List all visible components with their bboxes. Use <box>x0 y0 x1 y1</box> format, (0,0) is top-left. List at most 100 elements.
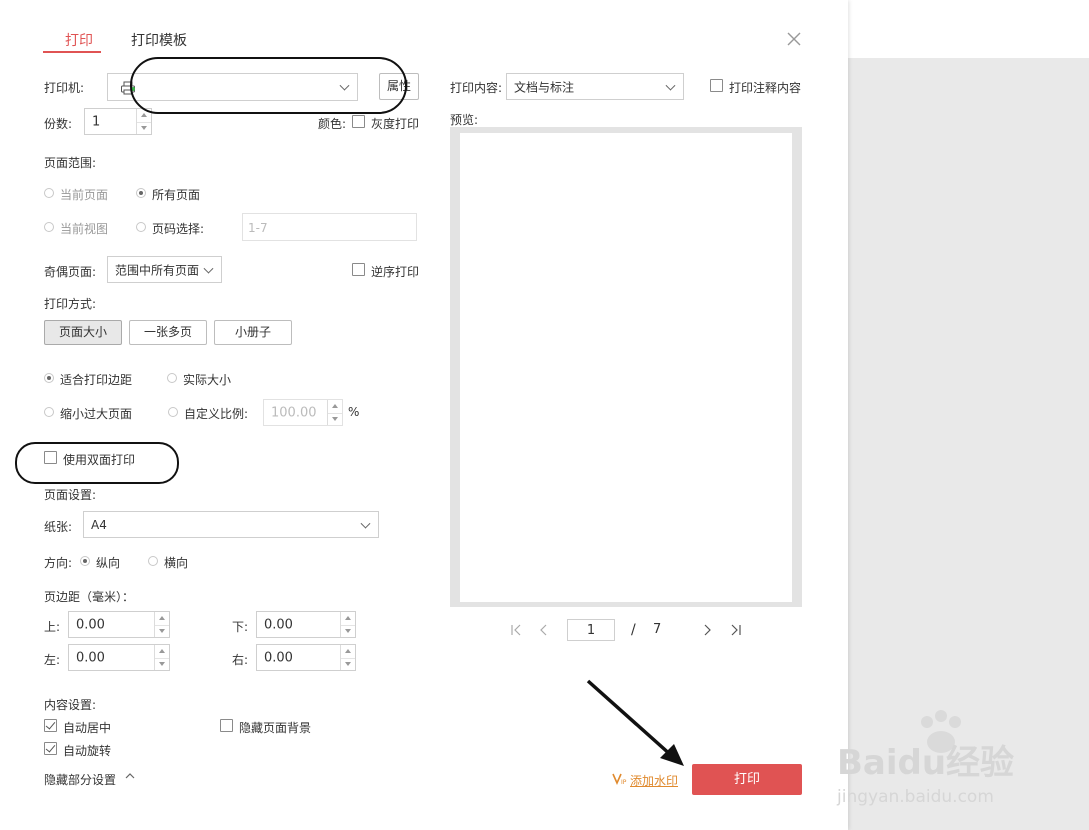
chevron-down-icon <box>665 80 676 91</box>
margin-bottom-stepper[interactable]: 0.00 <box>256 611 356 638</box>
odd-even-value: 范围中所有页面 <box>115 263 200 277</box>
page-select-label: 页码选择: <box>152 222 205 236</box>
margin-left-stepper[interactable]: 0.00 <box>68 644 170 671</box>
current-page-label: 当前页面 <box>60 188 109 202</box>
margin-bottom-value: 0.00 <box>264 617 293 632</box>
chevron-down-icon <box>360 518 371 529</box>
mode-multi-page-button[interactable]: 一张多页 <box>129 320 207 345</box>
page-number-input[interactable]: 1 <box>567 619 615 641</box>
print-annotations-label: 打印注释内容 <box>729 81 802 95</box>
hide-background-checkbox[interactable] <box>220 719 233 732</box>
paper-select[interactable]: A4 <box>83 511 379 538</box>
print-button[interactable]: 打印 <box>692 764 802 795</box>
prev-page-icon[interactable] <box>539 624 549 636</box>
margin-top-stepper[interactable]: 0.00 <box>68 611 170 638</box>
printer-label: 打印机: <box>44 81 85 95</box>
grayscale-checkbox[interactable] <box>352 115 365 128</box>
radio-current-page[interactable] <box>44 188 54 198</box>
margin-top-value: 0.00 <box>76 617 105 632</box>
first-page-icon[interactable] <box>510 624 524 636</box>
fit-margins-label: 适合打印边距 <box>60 373 133 387</box>
margin-right-stepper[interactable]: 0.00 <box>256 644 356 671</box>
custom-scale-stepper[interactable]: 100.00 <box>263 399 343 426</box>
radio-fit-margins[interactable] <box>44 373 54 383</box>
annotation-ellipse-duplex <box>15 442 179 484</box>
close-icon[interactable] <box>785 30 803 48</box>
annotation-ellipse-printer <box>130 57 407 114</box>
tab-print-template[interactable]: 打印模板 <box>131 30 187 50</box>
landscape-label: 横向 <box>164 556 189 570</box>
radio-current-view[interactable] <box>44 222 54 232</box>
grayscale-label: 灰度打印 <box>371 117 420 131</box>
odd-even-select[interactable]: 范围中所有页面 <box>107 256 222 283</box>
print-content-select[interactable]: 文档与标注 <box>506 73 684 100</box>
custom-scale-value: 100.00 <box>271 405 317 420</box>
last-page-icon[interactable] <box>728 624 742 636</box>
add-watermark-link[interactable]: 添加水印 <box>630 772 678 789</box>
mode-page-size-button[interactable]: 页面大小 <box>44 320 122 345</box>
chevron-up-icon[interactable] <box>125 772 135 780</box>
increment-icon[interactable] <box>345 649 351 653</box>
orientation-label: 方向: <box>44 556 73 570</box>
margin-right-value: 0.00 <box>264 650 293 665</box>
margin-top-label: 上: <box>44 620 61 634</box>
svg-text:IP: IP <box>621 779 627 785</box>
increment-icon[interactable] <box>159 616 165 620</box>
decrement-icon[interactable] <box>141 126 147 130</box>
auto-center-label: 自动居中 <box>63 721 112 735</box>
increment-icon[interactable] <box>159 649 165 653</box>
baidu-url-text: jingyan.baidu.com <box>836 787 994 807</box>
radio-page-select[interactable] <box>136 222 146 232</box>
margins-title: 页边距（毫米）： <box>44 590 135 604</box>
paper-value: A4 <box>91 517 107 532</box>
increment-icon[interactable] <box>332 404 338 408</box>
radio-all-pages[interactable] <box>136 188 146 198</box>
reverse-print-label: 逆序打印 <box>371 265 420 279</box>
hide-background-label: 隐藏页面背景 <box>239 721 312 735</box>
print-content-label: 打印内容: <box>450 81 503 95</box>
percent-sign: % <box>348 405 360 419</box>
page-range-title: 页面范围: <box>44 156 97 170</box>
preview-page <box>460 133 792 602</box>
auto-rotate-checkbox[interactable] <box>44 742 57 755</box>
actual-size-label: 实际大小 <box>183 373 232 387</box>
active-tab-indicator <box>43 51 101 53</box>
chevron-down-icon <box>203 263 214 274</box>
vip-icon: IP <box>612 773 627 785</box>
auto-center-checkbox[interactable] <box>44 719 57 732</box>
radio-landscape[interactable] <box>148 556 158 566</box>
decrement-icon[interactable] <box>159 662 165 666</box>
print-mode-title: 打印方式: <box>44 297 97 311</box>
radio-shrink-large[interactable] <box>44 407 54 417</box>
total-pages: 7 <box>653 622 662 637</box>
page-separator: / <box>631 622 636 638</box>
margin-left-value: 0.00 <box>76 650 105 665</box>
reverse-print-checkbox[interactable] <box>352 263 365 276</box>
radio-custom-scale[interactable] <box>168 407 178 417</box>
mode-booklet-button[interactable]: 小册子 <box>214 320 292 345</box>
next-page-icon[interactable] <box>702 624 712 636</box>
increment-icon[interactable] <box>345 616 351 620</box>
preview-label: 预览: <box>450 113 479 127</box>
shrink-large-label: 缩小过大页面 <box>60 407 133 421</box>
copies-value: 1 <box>92 114 101 129</box>
increment-icon[interactable] <box>141 113 147 117</box>
odd-even-label: 奇偶页面: <box>44 265 97 279</box>
decrement-icon[interactable] <box>159 629 165 633</box>
baidu-watermark: Baidu经验 jingyan.baidu.com <box>835 708 1035 808</box>
decrement-icon[interactable] <box>345 662 351 666</box>
tab-print[interactable]: 打印 <box>65 30 93 50</box>
page-setup-title: 页面设置: <box>44 488 97 502</box>
copies-label: 份数: <box>44 117 73 131</box>
radio-actual-size[interactable] <box>167 373 177 383</box>
decrement-icon[interactable] <box>345 629 351 633</box>
radio-portrait[interactable] <box>80 556 90 566</box>
print-annotations-checkbox[interactable] <box>710 79 723 92</box>
hide-some-settings-toggle[interactable]: 隐藏部分设置 <box>44 771 116 788</box>
paper-label: 纸张: <box>44 520 73 534</box>
page-select-placeholder: 1-7 <box>248 221 268 235</box>
copies-stepper[interactable]: 1 <box>84 108 152 135</box>
decrement-icon[interactable] <box>332 417 338 421</box>
page-select-input[interactable]: 1-7 <box>242 213 417 241</box>
custom-scale-label: 自定义比例: <box>184 407 249 421</box>
